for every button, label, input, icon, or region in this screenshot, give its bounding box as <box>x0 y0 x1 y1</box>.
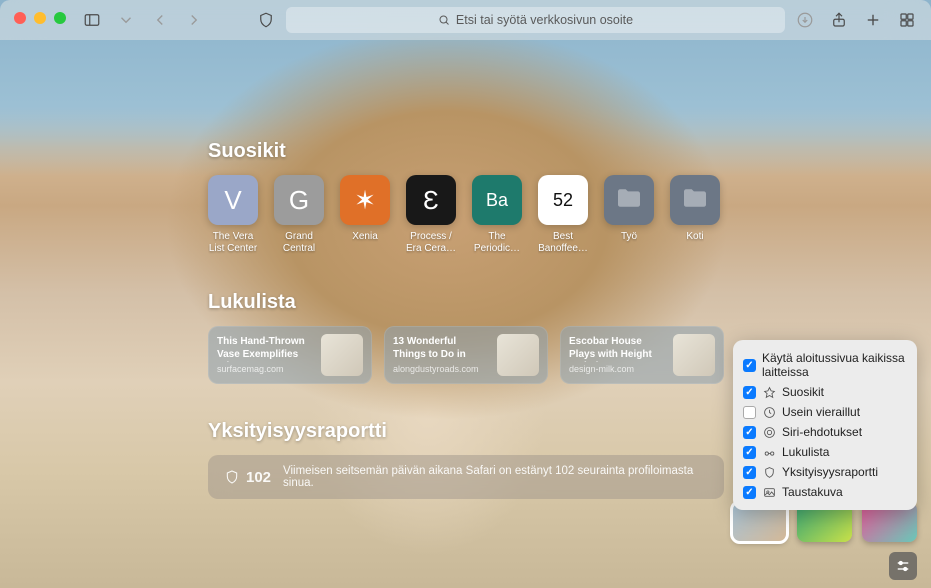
settings-sync-label: Käytä aloitussivua kaikissa laitteissa <box>762 351 907 379</box>
settings-row-label: Usein vieraillut <box>782 405 860 419</box>
folder-icon <box>615 185 643 216</box>
favorite-item[interactable]: 52 Best Banoffee… <box>538 175 588 255</box>
checkbox-sync[interactable] <box>743 359 756 372</box>
checkbox[interactable] <box>743 466 756 479</box>
favorite-label: The Vera List Center <box>208 231 258 255</box>
close-window-button[interactable] <box>14 12 26 24</box>
reading-card-thumb <box>673 334 715 376</box>
settings-row[interactable]: Lukulista <box>739 442 911 462</box>
checkbox[interactable] <box>743 406 756 419</box>
fullscreen-window-button[interactable] <box>54 12 66 24</box>
start-page-settings-popover: Käytä aloitussivua kaikissa laitteissa S… <box>733 340 917 510</box>
minimize-window-button[interactable] <box>34 12 46 24</box>
favorite-label: Xenia <box>352 231 378 255</box>
favorite-item[interactable]: Koti <box>670 175 720 255</box>
customize-start-page-button[interactable] <box>889 552 917 580</box>
privacy-shield-icon[interactable] <box>256 10 276 30</box>
favorite-tile: 52 <box>538 175 588 225</box>
favorite-label: Process / Era Cera… <box>406 231 456 255</box>
privacy-count: 102 <box>224 468 271 486</box>
reading-card-thumb <box>497 334 539 376</box>
settings-row-label: Siri-ehdotukset <box>782 425 862 439</box>
favorite-item[interactable]: Ɛ Process / Era Cera… <box>406 175 456 255</box>
reading-card-title: This Hand-Thrown Vase Exemplifies Why Ce… <box>217 336 313 362</box>
favorite-label: Grand Central M… <box>274 231 324 255</box>
chevron-down-icon[interactable] <box>116 10 136 30</box>
forward-button-icon[interactable] <box>184 10 204 30</box>
privacy-count-value: 102 <box>246 469 271 486</box>
window-controls <box>14 12 66 24</box>
tab-overview-icon[interactable] <box>897 10 917 30</box>
favorite-tile: V <box>208 175 258 225</box>
checkbox[interactable] <box>743 446 756 459</box>
settings-row-label: Suosikit <box>782 385 824 399</box>
settings-row-label: Lukulista <box>782 445 829 459</box>
address-bar[interactable]: Etsi tai syötä verkkosivun osoite <box>286 7 785 33</box>
reading-list-card[interactable]: 13 Wonderful Things to Do in Cartagena a… <box>384 326 548 384</box>
privacy-report-card[interactable]: 102 Viimeisen seitsemän päivän aikana Sa… <box>208 455 724 499</box>
favorite-label: Koti <box>686 231 703 255</box>
favorite-tile: Ɛ <box>406 175 456 225</box>
reading-list-card[interactable]: Escobar House Plays with Height and Line… <box>560 326 724 384</box>
star-icon <box>762 385 776 399</box>
favorite-label: Työ <box>621 231 637 255</box>
settings-row-label: Taustakuva <box>782 485 843 499</box>
settings-row[interactable]: Taustakuva <box>739 482 911 502</box>
favorite-item[interactable]: Ba The Periodic… <box>472 175 522 255</box>
favorite-label: Best Banoffee… <box>538 231 588 255</box>
checkbox[interactable] <box>743 486 756 499</box>
favorite-tile <box>670 175 720 225</box>
favorite-label: The Periodic… <box>472 231 522 255</box>
favorite-tile: Ba <box>472 175 522 225</box>
favorite-tile: G <box>274 175 324 225</box>
reading-heading: Lukulista <box>208 291 931 314</box>
favorite-tile <box>604 175 654 225</box>
reading-card-thumb <box>321 334 363 376</box>
sidebar-toggle-icon[interactable] <box>82 10 102 30</box>
reading-card-title: 13 Wonderful Things to Do in Cartagena <box>393 336 489 362</box>
new-tab-icon[interactable] <box>863 10 883 30</box>
glasses-icon <box>762 445 776 459</box>
downloads-icon[interactable] <box>795 10 815 30</box>
share-icon[interactable] <box>829 10 849 30</box>
settings-sync-row[interactable]: Käytä aloitussivua kaikissa laitteissa <box>739 348 911 382</box>
settings-row[interactable]: Siri-ehdotukset <box>739 422 911 442</box>
reading-card-source: alongdustyroads.com <box>393 364 489 374</box>
photo-icon <box>762 485 776 499</box>
favorite-tile: ✶ <box>340 175 390 225</box>
folder-icon <box>681 185 709 216</box>
settings-row[interactable]: Usein vieraillut <box>739 402 911 422</box>
checkbox[interactable] <box>743 426 756 439</box>
reading-card-source: surfacemag.com <box>217 364 313 374</box>
favorite-item[interactable]: V The Vera List Center <box>208 175 258 255</box>
toolbar: Etsi tai syötä verkkosivun osoite <box>0 0 931 40</box>
settings-row-label: Yksityisyysraportti <box>782 465 878 479</box>
favorites-heading: Suosikit <box>208 140 931 163</box>
address-placeholder: Etsi tai syötä verkkosivun osoite <box>456 13 633 27</box>
reading-card-source: design-milk.com <box>569 364 665 374</box>
siri-icon <box>762 425 776 439</box>
checkbox[interactable] <box>743 386 756 399</box>
favorite-item[interactable]: Työ <box>604 175 654 255</box>
reading-list-card[interactable]: This Hand-Thrown Vase Exemplifies Why Ce… <box>208 326 372 384</box>
clock-icon <box>762 405 776 419</box>
settings-row[interactable]: Suosikit <box>739 382 911 402</box>
shield-icon <box>762 465 776 479</box>
privacy-summary-text: Viimeisen seitsemän päivän aikana Safari… <box>283 465 708 489</box>
settings-row[interactable]: Yksityisyysraportti <box>739 462 911 482</box>
favorite-item[interactable]: G Grand Central M… <box>274 175 324 255</box>
back-button-icon[interactable] <box>150 10 170 30</box>
reading-card-title: Escobar House Plays with Height and Line… <box>569 336 665 362</box>
favorites-row: V The Vera List Center G Grand Central M… ✶ X… <box>208 175 931 255</box>
favorite-item[interactable]: ✶ Xenia <box>340 175 390 255</box>
